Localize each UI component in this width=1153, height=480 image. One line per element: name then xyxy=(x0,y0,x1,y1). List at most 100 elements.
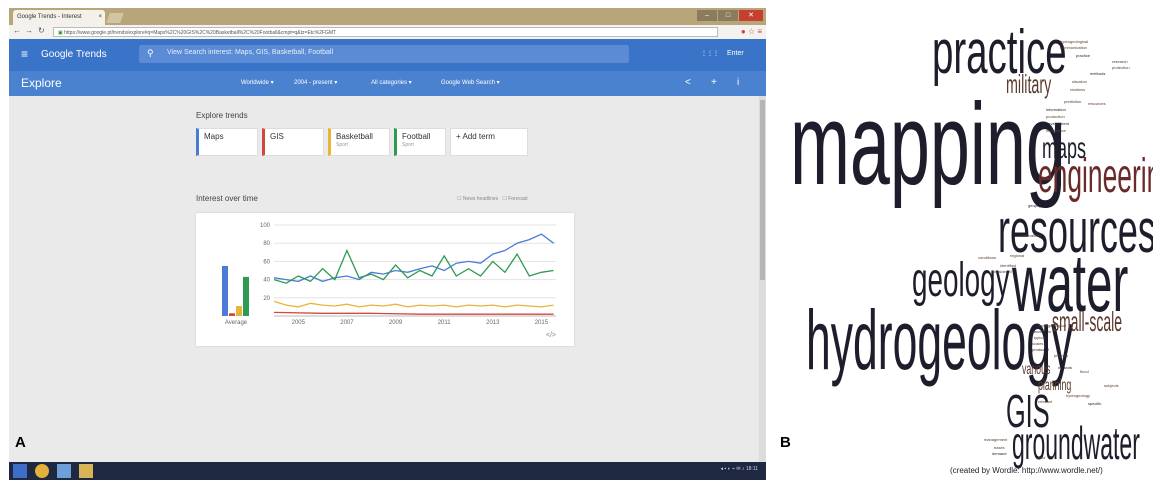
term-sub: Sport xyxy=(336,142,348,148)
back-icon[interactable]: ← xyxy=(13,26,21,35)
panel-label-a: A xyxy=(15,434,26,451)
series-line xyxy=(273,300,554,308)
explore-trends-label: Explore trends xyxy=(196,111,248,120)
word-mapping: mapping xyxy=(790,79,1066,209)
reload-icon[interactable]: ↻ xyxy=(38,26,45,35)
google-trends-logo[interactable]: Google Trends xyxy=(41,49,107,60)
interest-chart-card: 20 40 60 80 100 2005 2007 2009 2011 2013 2015 Avera… xyxy=(196,213,574,346)
word-small: network xyxy=(1058,365,1073,370)
word-small: regional xyxy=(1010,253,1025,258)
page-title: Explore xyxy=(21,76,62,90)
word-small: flood xyxy=(1080,369,1089,374)
add-term-button[interactable]: + Add term xyxy=(450,128,528,156)
info-icon[interactable]: i xyxy=(737,77,739,88)
word-small: field xyxy=(1038,455,1046,460)
filter-category[interactable]: All categories ▾ xyxy=(371,79,412,86)
chrome-icon[interactable] xyxy=(35,464,49,478)
word-small: protection xyxy=(1112,65,1130,70)
filter-time[interactable]: 2004 - present ▾ xyxy=(294,79,337,86)
word-small: hydrogeology xyxy=(1066,393,1091,398)
series-line xyxy=(273,311,554,315)
forecast-checkbox[interactable]: ☐ Forecast xyxy=(502,196,527,202)
x-tick-label: 2011 xyxy=(438,320,452,326)
word-small: hydrogeological xyxy=(1060,39,1089,44)
average-bar xyxy=(222,265,228,316)
word-small: bases xyxy=(994,445,1005,450)
word-small: development xyxy=(1046,121,1069,126)
word-groundwater: groundwater xyxy=(1012,417,1140,469)
embed-icon: </> xyxy=(546,332,556,339)
term-gis[interactable]: GIS xyxy=(262,128,324,156)
search-icon: ⚲ xyxy=(147,48,154,58)
word-small: research xyxy=(1112,59,1128,64)
interest-over-time-label: Interest over time xyxy=(196,194,258,203)
start-icon[interactable] xyxy=(13,464,27,478)
average-bar xyxy=(243,276,249,316)
term-label: Basketball xyxy=(336,132,373,141)
x-tick-label: 2015 xyxy=(535,320,549,326)
word-small: economic xyxy=(1034,329,1052,334)
filter-region[interactable]: Worldwide ▾ xyxy=(241,79,274,86)
ie-icon[interactable] xyxy=(57,464,71,478)
folder-icon[interactable] xyxy=(79,464,93,478)
word-small: typical xyxy=(1034,335,1046,340)
y-tick-label: 60 xyxy=(263,259,270,265)
word-engineering: engineering xyxy=(1038,150,1153,203)
word-small: management xyxy=(984,437,1008,442)
extension-icons[interactable]: ● ☆ ≡ xyxy=(741,27,762,36)
x-tick-label: 2013 xyxy=(486,320,500,326)
search-box[interactable]: ⚲ View Search interest: Maps, GIS, Baske… xyxy=(139,45,629,63)
y-tick-label: 20 xyxy=(263,296,270,302)
y-tick-label: 100 xyxy=(260,223,271,229)
interest-over-time-chart: 20 40 60 80 100 2005 2007 2009 2011 2013 2015 Avera… xyxy=(222,223,556,339)
enter-button[interactable]: Enter xyxy=(727,50,744,57)
scrollbar-thumb[interactable] xyxy=(760,100,765,280)
word-small: vulnerability xyxy=(1020,233,1042,238)
x-tick-label: 2009 xyxy=(389,320,403,326)
term-football[interactable]: Football Sport xyxy=(394,128,446,156)
word-small-scale: small-scale xyxy=(1052,306,1123,337)
maximize-button[interactable]: □ xyxy=(718,10,738,21)
word-small: relevant xyxy=(1038,399,1053,404)
search-text: View Search interest: Maps, GIS, Basketb… xyxy=(167,49,334,56)
word-small: projects xyxy=(1054,353,1069,358)
word-small: information xyxy=(1046,107,1066,112)
filter-search-type[interactable]: Google Web Search ▾ xyxy=(441,79,500,86)
wordle-credit: (created by Wordle: http://www.wordle.ne… xyxy=(950,466,1103,475)
average-bar xyxy=(236,305,242,316)
term-maps[interactable]: Maps xyxy=(196,128,258,156)
word-small: conditions xyxy=(978,255,997,260)
panel-label-b: B xyxy=(780,434,791,451)
share-icon[interactable]: < xyxy=(685,77,691,88)
url-text: https://www.google.pt/trends/explore#q=M… xyxy=(64,30,337,36)
scrollbar[interactable] xyxy=(759,96,766,462)
term-label: Football xyxy=(402,132,431,141)
word-small: scales xyxy=(1032,341,1044,346)
new-tab-button[interactable] xyxy=(106,13,124,23)
word-small: demand xyxy=(992,451,1007,456)
x-tick-label: 2007 xyxy=(340,320,354,326)
word-small: considered xyxy=(992,269,1012,274)
minimize-button[interactable]: – xyxy=(697,10,717,21)
word-small: hydrogeological xyxy=(1038,323,1067,328)
forward-icon[interactable]: → xyxy=(25,26,33,35)
google-trends-header: ≡ Google Trends ⚲ View Search interest: … xyxy=(9,39,766,71)
word-small: importance xyxy=(1046,128,1066,133)
address-bar: ← → ↻ ▣ https://www.google.pt/trends/exp… xyxy=(9,25,766,40)
term-basketball[interactable]: Basketball Sport xyxy=(328,128,390,156)
y-tick-label: 40 xyxy=(263,278,270,284)
word-various: various xyxy=(1022,361,1051,378)
apps-icon[interactable]: ⋮⋮⋮ xyxy=(701,50,719,57)
tab-title: Google Trends - Interest xyxy=(17,14,82,20)
close-window-button[interactable]: ✕ xyxy=(739,10,763,21)
hamburger-menu-icon[interactable]: ≡ xyxy=(21,47,28,61)
word-small: specific xyxy=(1088,401,1102,406)
browser-tab[interactable]: Google Trends - Interest × xyxy=(13,10,105,25)
news-headlines-checkbox[interactable]: ☐ News headlines xyxy=(457,196,498,202)
close-tab-icon[interactable]: × xyxy=(98,10,102,25)
url-field[interactable]: ▣ https://www.google.pt/trends/explore#q… xyxy=(53,27,718,37)
windows-taskbar: ◂ ▪ ◐ ⌁ ✉ ♪ 18:11 xyxy=(9,462,766,480)
explore-bar: Explore Worldwide ▾ 2004 - present ▾ All… xyxy=(9,71,766,96)
system-tray[interactable]: ◂ ▪ ◐ ⌁ ✉ ♪ 18:11 xyxy=(721,466,758,472)
add-icon[interactable]: + xyxy=(711,77,717,88)
